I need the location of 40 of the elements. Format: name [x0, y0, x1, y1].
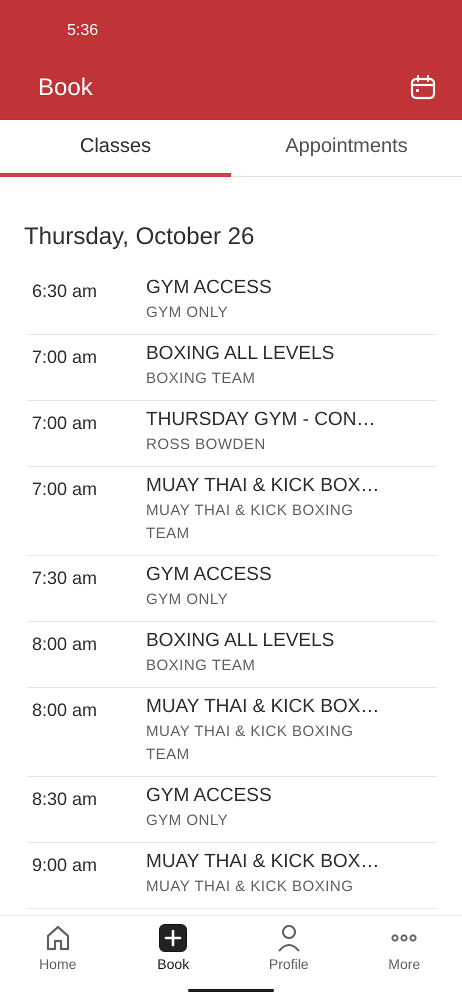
- class-time: 6:30 am: [32, 280, 98, 303]
- class-time: 7:00 am: [32, 346, 98, 369]
- class-title[interactable]: GYM ACCESS: [146, 564, 396, 586]
- more-icon: [390, 934, 418, 942]
- home-icon: [44, 924, 71, 952]
- person-icon: [276, 924, 302, 952]
- class-time: 7:00 am: [32, 412, 98, 435]
- class-title[interactable]: GYM ACCESS: [146, 785, 396, 807]
- status-time: 5:36: [67, 22, 98, 39]
- class-title[interactable]: BOXING ALL LEVELS: [146, 343, 396, 365]
- class-title[interactable]: BOXING ALL LEVELS: [146, 630, 396, 652]
- class-instructor: MUAY THAI & KICK BOXING: [146, 877, 354, 897]
- class-instructor: BOXING TEAM: [146, 656, 256, 676]
- class-time: 8:00 am: [32, 699, 98, 722]
- date-heading: Thursday, October 26: [24, 223, 256, 251]
- page-title: Book: [38, 74, 93, 102]
- class-time: 8:30 am: [32, 788, 98, 811]
- class-title[interactable]: MUAY THAI & KICK BOX…: [146, 475, 396, 497]
- tab[interactable]: Appointments: [231, 120, 462, 177]
- class-instructor: GYM ONLY: [146, 811, 230, 831]
- class-title[interactable]: MUAY THAI & KICK BOX…: [146, 696, 396, 718]
- class-instructor: BOXING TEAM: [146, 369, 256, 389]
- nav-item[interactable]: More: [346, 916, 462, 1000]
- class-title[interactable]: MUAY THAI & KICK BOX…: [146, 851, 396, 873]
- class-time: 9:00 am: [32, 854, 98, 877]
- class-instructor: GYM ONLY: [146, 590, 230, 610]
- class-instructor: GYM ONLY: [146, 303, 230, 323]
- class-instructor: ROSS BOWDEN: [146, 435, 267, 455]
- calendar-icon[interactable]: [410, 75, 436, 101]
- class-title[interactable]: THURSDAY GYM - CON…: [146, 409, 396, 431]
- nav-item[interactable]: Profile: [231, 916, 346, 1000]
- nav-item[interactable]: Home: [0, 916, 116, 1000]
- class-instructor: MUAY THAI & KICK BOXING TEAM: [146, 501, 354, 544]
- plus-icon: [159, 924, 188, 952]
- tab[interactable]: Classes: [0, 120, 231, 177]
- class-time: 8:00 am: [32, 633, 98, 656]
- class-time: 7:30 am: [32, 567, 98, 590]
- class-time: 7:00 am: [32, 478, 98, 501]
- class-instructor: MUAY THAI & KICK BOXING TEAM: [146, 722, 354, 765]
- class-title[interactable]: GYM ACCESS: [146, 277, 396, 299]
